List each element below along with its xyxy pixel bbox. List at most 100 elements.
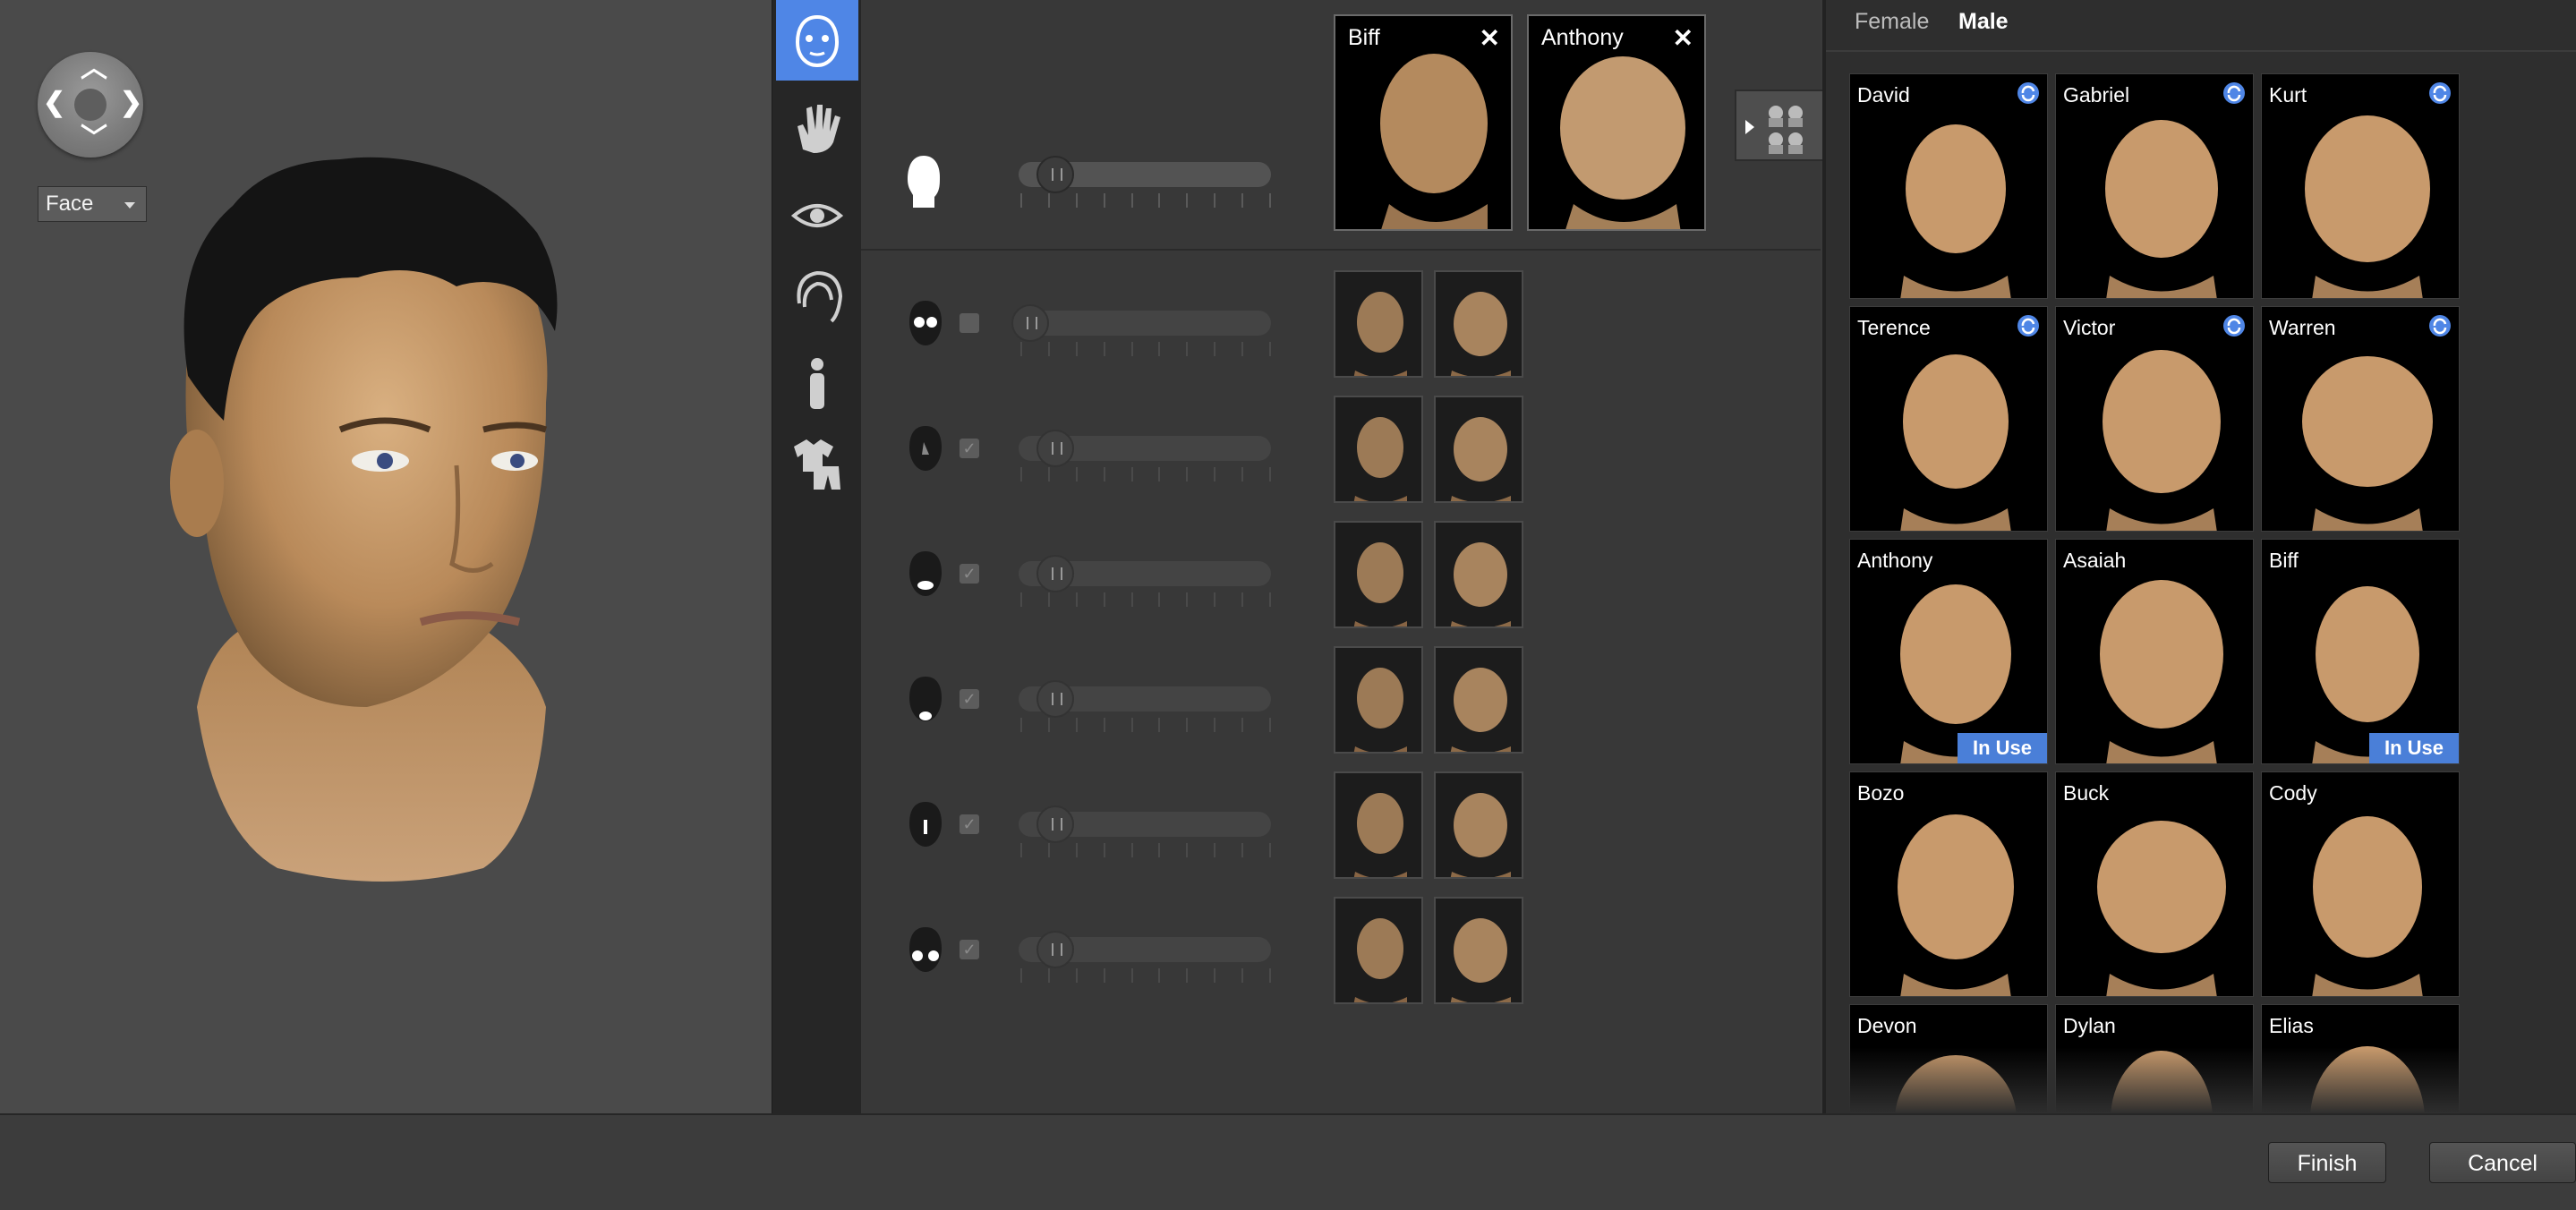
sync-icon xyxy=(2017,81,2040,105)
rotate-left-icon[interactable]: ❮ xyxy=(43,89,65,116)
reset-view-icon[interactable] xyxy=(74,89,107,121)
face-thumbnail xyxy=(2100,580,2223,763)
tab-hair[interactable] xyxy=(776,256,858,337)
face-thumbnail xyxy=(2105,120,2218,298)
region-blend-slider-track[interactable] xyxy=(1019,311,1271,336)
preset-face-card[interactable]: Anthony In Use xyxy=(1849,539,2048,764)
preset-face-name: Dylan xyxy=(2063,1014,2116,1037)
tab-hand[interactable] xyxy=(776,88,858,168)
preset-drawer-toggle[interactable] xyxy=(1735,89,1822,161)
footer-bar: Finish Cancel xyxy=(0,1113,2576,1210)
orbit-navigation-icon[interactable]: ︿ ﹀ ❮ ❯ xyxy=(38,52,143,158)
tab-eyes[interactable] xyxy=(776,175,858,256)
hand-icon xyxy=(798,105,840,153)
region-source-thumbnail xyxy=(1434,646,1523,754)
preset-face-name: Anthony xyxy=(1857,549,1933,572)
cheeks-region-icon xyxy=(909,927,942,972)
preset-face-card[interactable]: David xyxy=(1849,73,2048,299)
in-use-badge: In Use xyxy=(1958,733,2047,763)
tab-male[interactable]: Male xyxy=(1958,9,2009,35)
face-thumbnail xyxy=(2103,350,2221,531)
tab-body[interactable] xyxy=(776,344,858,424)
region-blend-slider-knob[interactable] xyxy=(1011,304,1049,342)
master-blend-slider-knob[interactable] xyxy=(1036,156,1075,193)
region-source-thumbnail xyxy=(1334,646,1423,754)
region-enable-checkbox[interactable]: ✓ xyxy=(960,689,979,709)
region-enable-checkbox[interactable]: ✓ xyxy=(960,814,979,834)
slider-ticks xyxy=(1020,467,1271,481)
preset-face-card[interactable]: Biff In Use xyxy=(2261,539,2460,764)
morph-blend-panel: Biff ✕ Anthony ✕ ✓ ✓ ✓ ✓ ✓ xyxy=(861,0,1821,1113)
preset-face-name: Buck xyxy=(2063,781,2110,805)
preset-face-name: David xyxy=(1857,83,1910,107)
cancel-button[interactable]: Cancel xyxy=(2429,1142,2576,1183)
preset-face-card[interactable]: Cody xyxy=(2261,771,2460,997)
slider-ticks xyxy=(1020,968,1271,983)
chin-region-icon xyxy=(909,677,942,721)
preset-face-name: Kurt xyxy=(2269,83,2307,107)
preset-face-name: Terence xyxy=(1857,316,1931,339)
preset-face-card[interactable]: Warren xyxy=(2261,306,2460,532)
face-thumbnail xyxy=(2097,821,2226,996)
region-blend-slider-knob[interactable] xyxy=(1036,555,1075,592)
face-thumbnail xyxy=(2302,356,2433,531)
blend-source-card[interactable]: Biff ✕ xyxy=(1334,14,1513,231)
region-blend-slider-knob[interactable] xyxy=(1036,680,1075,718)
region-blend-slider-knob[interactable] xyxy=(1036,805,1075,843)
gender-tabs: Female Male xyxy=(1826,0,2576,52)
preset-face-name: Elias xyxy=(2269,1014,2314,1037)
blend-source-card[interactable]: Anthony ✕ xyxy=(1527,14,1706,231)
region-enable-checkbox[interactable] xyxy=(960,313,979,333)
region-blend-row: ✓ xyxy=(861,766,1821,882)
preset-face-card[interactable]: Bozo xyxy=(1849,771,2048,997)
preset-face-name: Devon xyxy=(1857,1014,1917,1037)
rotate-down-icon[interactable]: ﹀ xyxy=(81,125,107,152)
preset-face-name: Cody xyxy=(2269,781,2317,805)
rotate-up-icon[interactable]: ︿ xyxy=(81,55,107,82)
face-thumbnail xyxy=(1900,354,2011,531)
preset-face-name: Gabriel xyxy=(2063,83,2130,107)
tab-clothing[interactable] xyxy=(776,424,858,505)
mouth-region-icon xyxy=(909,551,942,596)
close-icon[interactable]: ✕ xyxy=(1480,23,1500,53)
rotate-right-icon[interactable]: ❯ xyxy=(120,89,142,116)
region-blend-slider-knob[interactable] xyxy=(1036,430,1075,467)
region-source-thumbnail xyxy=(1334,521,1423,628)
eye-icon xyxy=(790,204,844,227)
preset-face-card[interactable]: Gabriel xyxy=(2055,73,2254,299)
category-toolbar xyxy=(772,0,862,1113)
region-blend-slider-knob[interactable] xyxy=(1036,931,1075,968)
preset-face-card[interactable]: Victor xyxy=(2055,306,2254,532)
region-source-thumbnail xyxy=(1334,771,1423,879)
master-blend-section: Biff ✕ Anthony ✕ xyxy=(861,0,1821,251)
3d-viewport[interactable]: ︿ ﹀ ❮ ❯ Face xyxy=(0,0,772,1113)
view-mode-select[interactable]: Face xyxy=(38,186,147,222)
region-source-thumbnail xyxy=(1434,897,1523,1004)
preset-face-card[interactable]: Buck xyxy=(2055,771,2254,997)
region-enable-checkbox[interactable]: ✓ xyxy=(960,439,979,458)
sync-icon xyxy=(2428,81,2452,105)
face-thumbnail xyxy=(1900,584,2011,763)
slider-ticks xyxy=(1020,342,1271,356)
preset-face-card[interactable]: Asaiah xyxy=(2055,539,2254,764)
clothing-icon xyxy=(794,439,840,490)
eyes-region-icon xyxy=(909,301,942,345)
close-icon[interactable]: ✕ xyxy=(1673,23,1693,53)
region-enable-checkbox[interactable]: ✓ xyxy=(960,564,979,584)
region-source-thumbnail xyxy=(1334,270,1423,378)
chevron-down-icon xyxy=(124,202,135,209)
tab-female[interactable]: Female xyxy=(1855,9,1929,35)
region-source-thumbnail xyxy=(1434,396,1523,503)
preset-face-card[interactable]: Terence xyxy=(1849,306,2048,532)
finish-button[interactable]: Finish xyxy=(2268,1142,2386,1183)
preset-library-panel: Female Male David Gabriel Kurt Terence Victo… xyxy=(1822,0,2576,1113)
blend-source-name: Biff xyxy=(1348,25,1380,50)
tab-head[interactable] xyxy=(776,0,858,81)
in-use-badge: In Use xyxy=(2369,733,2459,763)
body-icon xyxy=(810,358,824,409)
slider-ticks xyxy=(1020,193,1271,208)
region-enable-checkbox[interactable]: ✓ xyxy=(960,940,979,959)
preset-face-card[interactable]: Kurt xyxy=(2261,73,2460,299)
nose-region-icon xyxy=(909,426,942,471)
face-thumbnail xyxy=(2312,816,2423,996)
